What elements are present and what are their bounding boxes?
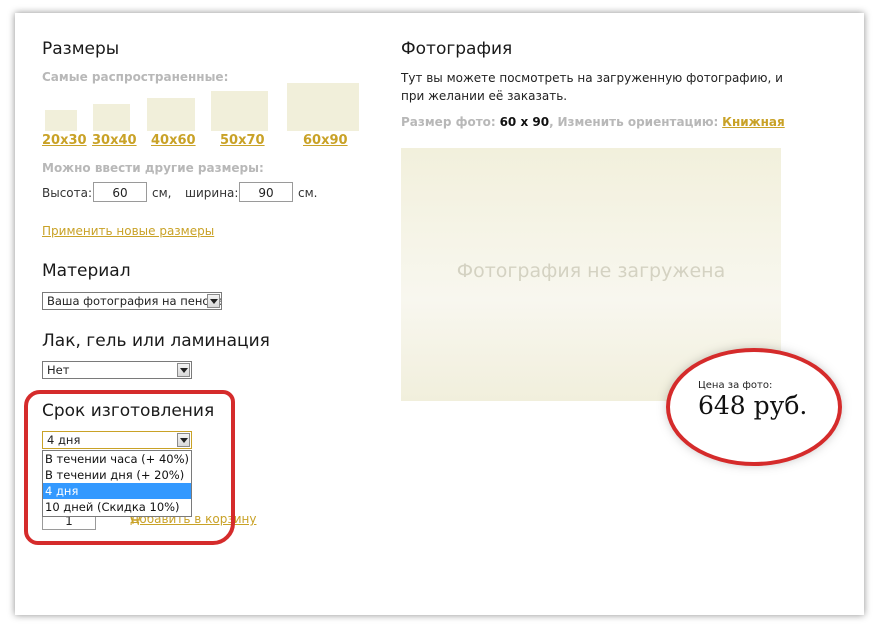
- width-label: ширина:: [185, 186, 239, 200]
- size-preview-50x70[interactable]: [211, 91, 268, 131]
- chevron-down-icon[interactable]: [177, 363, 190, 377]
- coating-select[interactable]: Нет: [42, 361, 192, 379]
- photo-size-label: Размер фото:: [401, 115, 496, 129]
- size-preview-40x60[interactable]: [147, 98, 195, 131]
- size-link-20x30[interactable]: 20x30: [42, 133, 87, 148]
- common-sizes-label: Самые распространенные:: [42, 70, 229, 84]
- custom-sizes-label: Можно ввести другие размеры:: [42, 161, 264, 175]
- size-preview-20x30[interactable]: [45, 110, 77, 131]
- photo-title: Фотография: [401, 39, 513, 59]
- apply-sizes-link[interactable]: Применить новые размеры: [42, 224, 214, 238]
- price-label: Цена за фото:: [698, 380, 773, 391]
- height-label: Высота:: [42, 186, 93, 200]
- width-unit: см.: [298, 186, 318, 200]
- photo-size-line: Размер фото: 60 х 90, Изменить ориентаци…: [401, 115, 785, 129]
- material-select-value: Ваша фотография на пенокартоне: [47, 294, 221, 308]
- width-input[interactable]: 90: [239, 182, 293, 202]
- photo-size-value: 60 х 90: [499, 115, 550, 129]
- height-unit: см,: [152, 186, 172, 200]
- photo-placeholder: Фотография не загружена: [456, 260, 726, 282]
- material-title: Материал: [42, 261, 131, 281]
- size-link-30x40[interactable]: 30x40: [92, 133, 137, 148]
- price-value: 648 руб.: [698, 391, 808, 420]
- photo-description: Тут вы можете посмотреть на загруженную …: [401, 71, 783, 103]
- order-panel: Размеры Самые распространенные: 20x30 30…: [15, 13, 864, 615]
- sizes-title: Размеры: [42, 39, 120, 59]
- price-badge: Цена за фото: 648 руб.: [666, 348, 842, 466]
- coating-select-value: Нет: [47, 363, 70, 377]
- coating-title: Лак, гель или ламинация: [42, 331, 270, 351]
- highlight-circle: [24, 390, 235, 545]
- chevron-down-icon[interactable]: [207, 294, 220, 308]
- size-preview-30x40[interactable]: [93, 104, 130, 131]
- height-input[interactable]: 60: [93, 182, 147, 202]
- size-preview-60x90[interactable]: [287, 83, 359, 131]
- material-select[interactable]: Ваша фотография на пенокартоне: [42, 292, 222, 310]
- size-link-50x70[interactable]: 50x70: [220, 133, 265, 148]
- orientation-label: Изменить ориентацию:: [557, 115, 719, 129]
- size-link-60x90[interactable]: 60x90: [303, 133, 348, 148]
- size-link-40x60[interactable]: 40x60: [151, 133, 196, 148]
- orientation-link[interactable]: Книжная: [722, 115, 785, 129]
